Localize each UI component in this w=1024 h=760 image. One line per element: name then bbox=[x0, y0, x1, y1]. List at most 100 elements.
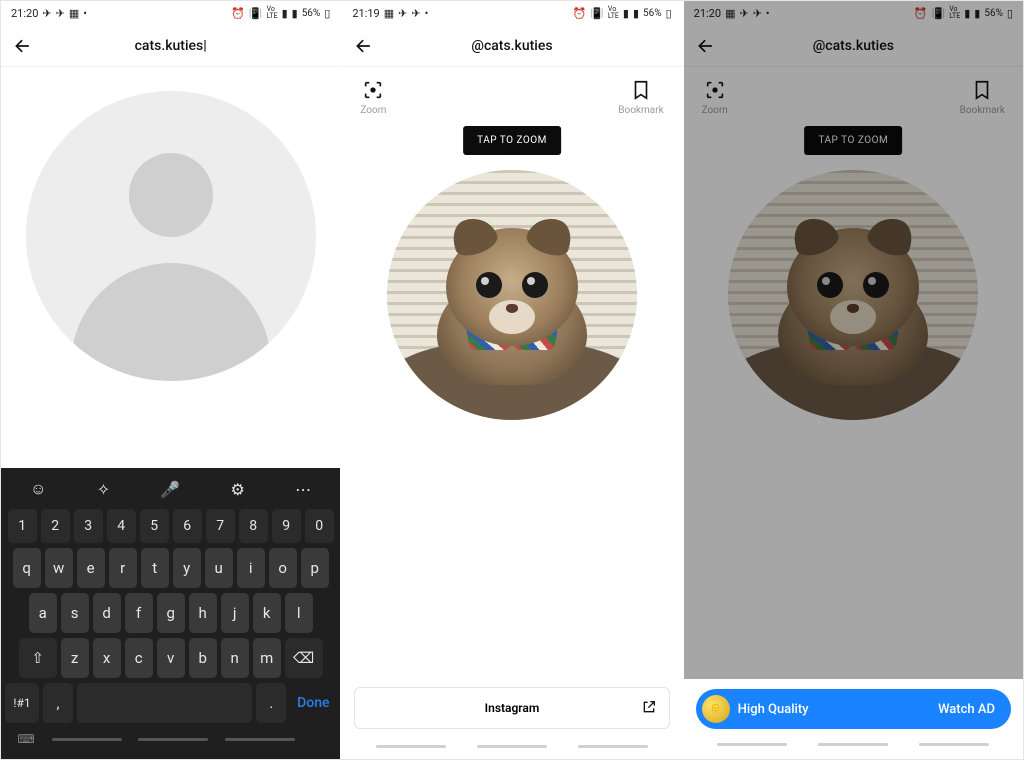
search-input[interactable]: cats.kuties bbox=[135, 38, 207, 54]
key-g[interactable]: g bbox=[157, 593, 185, 633]
keyboard-row-numbers: 1 2 3 4 5 6 7 8 9 0 bbox=[5, 509, 336, 543]
keyboard-toolbar: ☺ ✧ 🎤 ⚙ ⋯ bbox=[5, 474, 336, 504]
status-time: 21:20 bbox=[694, 7, 721, 20]
back-button[interactable] bbox=[692, 32, 720, 60]
key-shift[interactable]: ⇧ bbox=[19, 638, 57, 678]
key-y[interactable]: y bbox=[173, 548, 201, 588]
keyboard-row-a: a s d f g h j k l bbox=[5, 593, 336, 633]
avatar-placeholder bbox=[26, 91, 316, 381]
signal-icon: ▮ bbox=[623, 7, 629, 20]
key-f[interactable]: f bbox=[125, 593, 153, 633]
key-done[interactable]: Done bbox=[290, 683, 336, 723]
battery-level: 56% bbox=[984, 8, 1003, 19]
key-0[interactable]: 0 bbox=[305, 509, 334, 543]
keyboard-hide-icon[interactable]: ⌨ bbox=[17, 732, 34, 746]
search-field-wrapper: cats.kuties bbox=[37, 38, 304, 54]
key-w[interactable]: w bbox=[45, 548, 73, 588]
emoji-icon[interactable]: ☺ bbox=[30, 479, 46, 499]
dot-icon: • bbox=[425, 7, 429, 20]
key-z[interactable]: z bbox=[61, 638, 89, 678]
key-r[interactable]: r bbox=[109, 548, 137, 588]
key-v[interactable]: v bbox=[157, 638, 185, 678]
bookmark-label: Bookmark bbox=[960, 105, 1005, 116]
sticker-icon[interactable]: ✧ bbox=[97, 480, 110, 499]
key-p[interactable]: p bbox=[301, 548, 329, 588]
volte-icon: VoLTE bbox=[267, 6, 278, 20]
battery-icon: ▯ bbox=[666, 7, 672, 20]
vibrate-icon: 📳 bbox=[932, 7, 946, 20]
keyboard-row-q: q w e r t y u i o p bbox=[5, 548, 336, 588]
more-icon[interactable]: ⋯ bbox=[295, 480, 311, 499]
key-backspace[interactable]: ⌫ bbox=[285, 638, 323, 678]
key-c[interactable]: c bbox=[125, 638, 153, 678]
key-x[interactable]: x bbox=[93, 638, 121, 678]
key-m[interactable]: m bbox=[253, 638, 281, 678]
high-quality-pill[interactable]: 🪙 High Quality Watch AD bbox=[696, 689, 1011, 729]
paper-plane-icon: ✈ bbox=[739, 7, 748, 20]
profile-picture[interactable] bbox=[387, 170, 637, 420]
gear-icon[interactable]: ⚙ bbox=[231, 480, 245, 499]
image-icon: ▦ bbox=[725, 7, 735, 20]
key-5[interactable]: 5 bbox=[140, 509, 169, 543]
status-bar: 21:20 ▦ ✈ ✈ • ⏰ 📳 VoLTE ▮ ▮ 56% ▯ bbox=[684, 1, 1023, 25]
key-j[interactable]: j bbox=[221, 593, 249, 633]
key-1[interactable]: 1 bbox=[8, 509, 37, 543]
key-period[interactable]: . bbox=[256, 683, 286, 723]
key-7[interactable]: 7 bbox=[206, 509, 235, 543]
bookmark-button[interactable]: Bookmark bbox=[960, 79, 1005, 116]
media-area: TAP TO ZOOM bbox=[342, 116, 681, 687]
key-l[interactable]: l bbox=[285, 593, 313, 633]
toolbar: Zoom Bookmark bbox=[342, 67, 681, 116]
key-a[interactable]: a bbox=[29, 593, 57, 633]
gesture-nav-bar bbox=[342, 737, 681, 759]
battery-level: 56% bbox=[302, 8, 321, 19]
bookmark-button[interactable]: Bookmark bbox=[618, 79, 663, 116]
signal-icon: ▮ bbox=[974, 7, 980, 20]
back-button[interactable] bbox=[9, 32, 37, 60]
dot-icon: • bbox=[83, 7, 87, 20]
profile-picture[interactable] bbox=[728, 170, 978, 420]
signal-icon: ▮ bbox=[633, 7, 639, 20]
key-2[interactable]: 2 bbox=[41, 509, 70, 543]
key-9[interactable]: 9 bbox=[272, 509, 301, 543]
volte-icon: VoLTE bbox=[949, 6, 960, 20]
key-8[interactable]: 8 bbox=[239, 509, 268, 543]
zoom-button[interactable]: Zoom bbox=[360, 79, 386, 116]
status-bar: 21:19 ▦ ✈ ✈ • ⏰ 📳 VoLTE ▮ ▮ 56% ▯ bbox=[342, 1, 681, 25]
key-4[interactable]: 4 bbox=[107, 509, 136, 543]
mic-icon[interactable]: 🎤 bbox=[160, 480, 180, 499]
key-n[interactable]: n bbox=[221, 638, 249, 678]
tap-to-zoom-tooltip: TAP TO ZOOM bbox=[463, 126, 561, 155]
gesture-nav-bar bbox=[684, 735, 1023, 757]
key-b[interactable]: b bbox=[189, 638, 217, 678]
key-space[interactable] bbox=[77, 683, 252, 723]
key-k[interactable]: k bbox=[253, 593, 281, 633]
key-t[interactable]: t bbox=[141, 548, 169, 588]
key-e[interactable]: e bbox=[77, 548, 105, 588]
status-time: 21:20 bbox=[11, 7, 38, 20]
key-q[interactable]: q bbox=[13, 548, 41, 588]
key-d[interactable]: d bbox=[93, 593, 121, 633]
battery-level: 56% bbox=[643, 8, 662, 19]
key-i[interactable]: i bbox=[237, 548, 265, 588]
watch-ad-button[interactable]: Watch AD bbox=[938, 702, 995, 717]
bookmark-label: Bookmark bbox=[618, 105, 663, 116]
soft-keyboard[interactable]: ☺ ✧ 🎤 ⚙ ⋯ 1 2 3 4 5 6 7 8 9 0 q w e bbox=[1, 468, 340, 759]
status-bar: 21:20 ✈ ✈ ▦ • ⏰ 📳 VoLTE ▮ ▮ 56% ▯ bbox=[1, 1, 340, 25]
instagram-open-button[interactable]: Instagram bbox=[354, 687, 669, 729]
phone-screen-1: 21:20 ✈ ✈ ▦ • ⏰ 📳 VoLTE ▮ ▮ 56% ▯ cats.k… bbox=[1, 1, 340, 759]
key-o[interactable]: o bbox=[269, 548, 297, 588]
paper-plane-icon: ✈ bbox=[753, 7, 762, 20]
status-time: 21:19 bbox=[352, 7, 379, 20]
key-comma[interactable]: , bbox=[43, 683, 73, 723]
key-h[interactable]: h bbox=[189, 593, 217, 633]
key-symbols[interactable]: !#1 bbox=[5, 683, 39, 723]
key-6[interactable]: 6 bbox=[173, 509, 202, 543]
key-s[interactable]: s bbox=[61, 593, 89, 633]
vibrate-icon: 📳 bbox=[590, 7, 604, 20]
keyboard-row-z: ⇧ z x c v b n m ⌫ bbox=[5, 638, 336, 678]
back-button[interactable] bbox=[350, 32, 378, 60]
key-u[interactable]: u bbox=[205, 548, 233, 588]
zoom-button[interactable]: Zoom bbox=[702, 79, 728, 116]
key-3[interactable]: 3 bbox=[74, 509, 103, 543]
